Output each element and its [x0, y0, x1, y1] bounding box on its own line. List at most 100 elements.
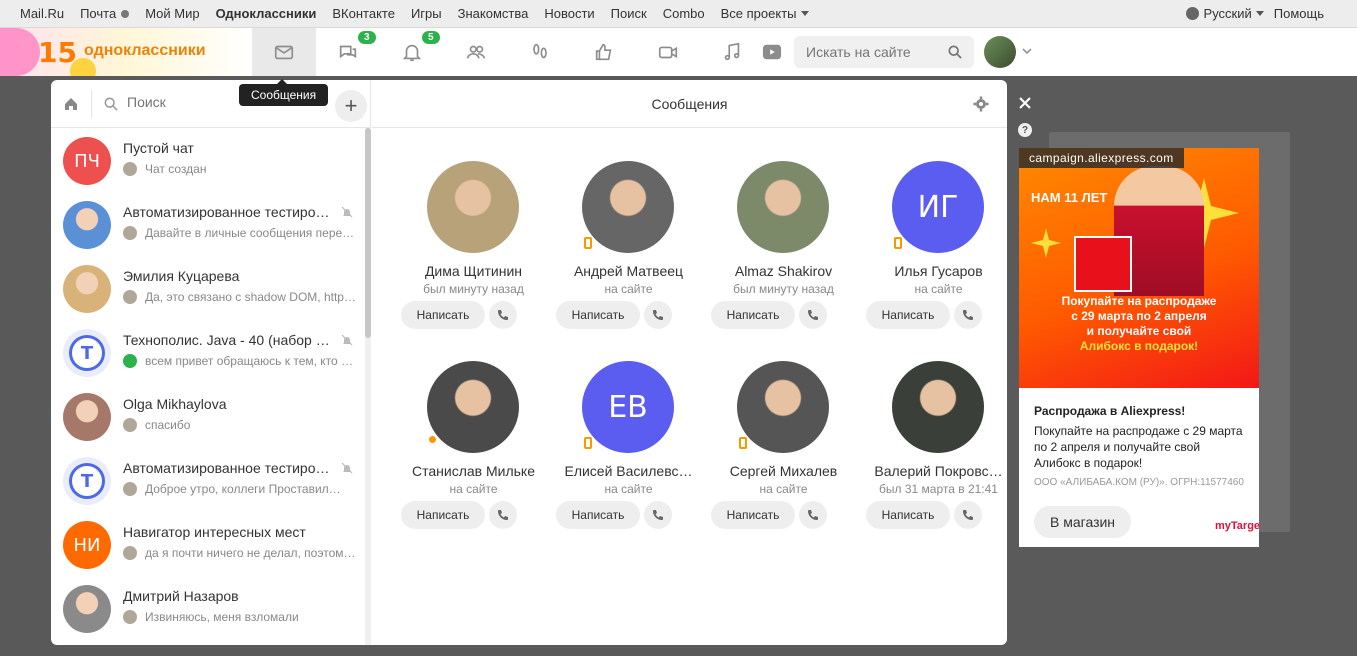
chat-last-message: Извиняюсь, меня взломали: [123, 610, 359, 624]
search-icon[interactable]: [948, 45, 962, 59]
friend-card: ЕВ Елисей Василевс… на сайте Написать: [551, 361, 706, 541]
guests-button[interactable]: [508, 28, 572, 76]
chat-item[interactable]: T Автоматизированное тестиро… Доброе утро,…: [51, 448, 365, 512]
friend-avatar[interactable]: ЕВ: [582, 361, 674, 453]
chat-avatar: [63, 393, 111, 441]
friend-avatar[interactable]: [582, 161, 674, 253]
online-dot-icon: [428, 435, 437, 444]
user-avatar[interactable]: [984, 36, 1016, 68]
technopolis-logo-icon: T: [69, 463, 105, 499]
chat-title: Технополис. Java - 40 (набор …: [123, 332, 330, 348]
messages-button[interactable]: [252, 28, 316, 76]
friend-avatar[interactable]: [427, 161, 519, 253]
ad-block[interactable]: campaign.aliexpress.com НАМ 11 ЛЕТ Покуп…: [1019, 148, 1259, 547]
link-dating[interactable]: Знакомства: [458, 6, 529, 21]
video-button[interactable]: [636, 28, 700, 76]
friend-card: Дима Щитинин был минуту назад Написать: [396, 161, 551, 341]
home-icon[interactable]: [63, 96, 79, 112]
chat-title: Автоматизированное тестиро…: [123, 204, 330, 220]
chat-item[interactable]: T Технополис. Java - 40 (набор … всем прив…: [51, 320, 365, 384]
link-vk[interactable]: ВКонтакте: [332, 6, 395, 21]
write-message-button[interactable]: Написать: [401, 301, 485, 329]
language-select[interactable]: Русский: [1185, 6, 1264, 21]
friend-name[interactable]: Almaz Shakirov: [706, 263, 861, 279]
friends-icon: [466, 45, 486, 59]
link-news[interactable]: Новости: [544, 6, 594, 21]
language-label: Русский: [1203, 6, 1252, 21]
call-button[interactable]: [489, 301, 517, 329]
link-mail[interactable]: Почта: [80, 6, 130, 21]
call-button[interactable]: [954, 501, 982, 529]
friend-name[interactable]: Сергей Михалев: [706, 463, 861, 479]
call-button[interactable]: [799, 501, 827, 529]
link-all-projects[interactable]: Все проекты: [721, 6, 809, 21]
video-camera-icon: [658, 46, 678, 59]
chat-title: Пустой чат: [123, 140, 194, 156]
ad-banner[interactable]: campaign.aliexpress.com НАМ 11 ЛЕТ Покуп…: [1019, 148, 1259, 388]
ok-logo[interactable]: 15 одноклассники: [0, 28, 252, 76]
call-button[interactable]: [644, 501, 672, 529]
mobile-online-icon: [584, 437, 592, 449]
help-icon[interactable]: ?: [1018, 123, 1032, 137]
phone-icon: [963, 310, 973, 320]
link-moymir[interactable]: Мой Мир: [145, 6, 199, 21]
friend-name[interactable]: Илья Гусаров: [861, 263, 1007, 279]
call-button[interactable]: [644, 301, 672, 329]
friend-name[interactable]: Дима Щитинин: [396, 263, 551, 279]
chat-item[interactable]: ПЧ Пустой чат Чат создан: [51, 128, 365, 192]
call-button[interactable]: [799, 301, 827, 329]
sender-mini-avatar: [123, 354, 137, 368]
write-message-button[interactable]: Написать: [401, 501, 485, 529]
friend-avatar[interactable]: ИГ: [892, 161, 984, 253]
chevron-down-icon[interactable]: [1022, 46, 1032, 56]
friend-avatar[interactable]: [892, 361, 984, 453]
link-search[interactable]: Поиск: [611, 6, 647, 21]
chat-avatar: [63, 265, 111, 313]
call-button[interactable]: [954, 301, 982, 329]
chat-item[interactable]: Эмилия Куцарева Да, это связано с shadow …: [51, 256, 365, 320]
chat-item[interactable]: Olga Mikhaylova спасибо: [51, 384, 365, 448]
new-chat-button[interactable]: +: [335, 90, 367, 122]
ad-network-logo: myTarget: [1215, 520, 1259, 532]
write-message-button[interactable]: Написать: [866, 301, 950, 329]
gear-icon[interactable]: [973, 96, 989, 112]
ad-domain: campaign.aliexpress.com: [1019, 148, 1184, 168]
help-link[interactable]: Помощь: [1274, 6, 1324, 21]
close-icon[interactable]: [1018, 96, 1032, 110]
link-games[interactable]: Игры: [411, 6, 442, 21]
friends-button[interactable]: [444, 28, 508, 76]
events-button[interactable]: [572, 28, 636, 76]
envelope-icon: [274, 45, 294, 60]
friend-avatar[interactable]: [737, 361, 829, 453]
link-mailru[interactable]: Mail.Ru: [20, 6, 64, 21]
friend-name[interactable]: Станислав Мильке: [396, 463, 551, 479]
link-ok[interactable]: Одноклассники: [216, 6, 317, 21]
friend-name[interactable]: Валерий Покровс…: [861, 463, 1007, 479]
write-message-button[interactable]: Написать: [556, 501, 640, 529]
chat-item[interactable]: Дмитрий Назаров Извиняюсь, меня взломали: [51, 576, 365, 640]
notifications-button[interactable]: 5: [380, 28, 444, 76]
chat-avatar: [63, 585, 111, 633]
chat-item[interactable]: НИ Навигатор интересных мест да я почти ни…: [51, 512, 365, 576]
discussions-button[interactable]: 3: [316, 28, 380, 76]
friend-name[interactable]: Елисей Василевс…: [551, 463, 706, 479]
site-search-input[interactable]: [794, 36, 934, 68]
messenger-panel: + ПЧ Пустой чат Чат создан Автоматизированн…: [51, 80, 1007, 645]
friend-name[interactable]: Андрей Матвеец: [551, 263, 706, 279]
chat-item[interactable]: Автоматизированное тестиро… Давайте в лич…: [51, 192, 365, 256]
portal-bar: Mail.Ru Почта Мой Мир Одноклассники ВКон…: [0, 0, 1357, 28]
write-message-button[interactable]: Написать: [866, 501, 950, 529]
link-combo[interactable]: Combo: [663, 6, 705, 21]
write-message-button[interactable]: Написать: [711, 301, 795, 329]
friend-avatar[interactable]: [427, 361, 519, 453]
ad-shop-button[interactable]: В магазин: [1034, 506, 1132, 538]
footprints-icon: [533, 43, 547, 59]
call-button[interactable]: [489, 501, 517, 529]
search-icon: [104, 97, 118, 111]
technopolis-logo-icon: T: [69, 335, 105, 371]
write-message-button[interactable]: Написать: [556, 301, 640, 329]
friend-avatar[interactable]: [737, 161, 829, 253]
write-message-button[interactable]: Написать: [711, 501, 795, 529]
scrollbar-thumb[interactable]: [365, 128, 371, 338]
star-decoration: [1031, 228, 1061, 258]
